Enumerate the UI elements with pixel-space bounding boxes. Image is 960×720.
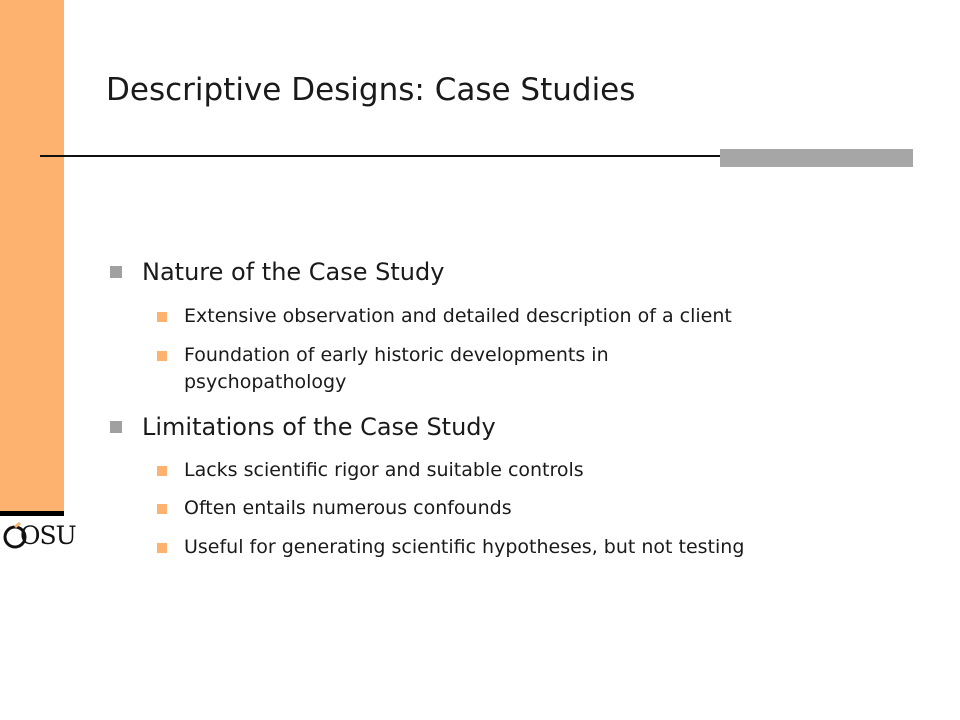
sub-bullet-text: Often entails numerous confounds xyxy=(184,497,512,519)
square-bullet-icon xyxy=(110,421,122,433)
sub-bullet-text: Useful for generating scientific hypothe… xyxy=(184,536,745,558)
sub-bullet-text: Lacks scientific rigor and suitable cont… xyxy=(184,459,584,481)
square-bullet-icon xyxy=(157,504,167,514)
osu-logo-text: OSU xyxy=(20,521,77,550)
slide: OSU Descriptive Designs: Case Studies Na… xyxy=(0,0,960,720)
square-bullet-icon xyxy=(157,543,167,553)
square-bullet-icon xyxy=(110,266,122,278)
sub-bullet-text: psychopathology xyxy=(184,371,347,393)
sub-bullet-text: Foundation of early historic development… xyxy=(184,344,609,366)
square-bullet-icon xyxy=(157,466,167,476)
square-bullet-icon xyxy=(157,312,167,322)
sub-bullet-text: Extensive observation and detailed descr… xyxy=(184,305,732,327)
slide-title: Descriptive Designs: Case Studies xyxy=(106,72,636,108)
orange-side-bar xyxy=(0,0,64,512)
bullet-text: Nature of the Case Study xyxy=(142,258,445,286)
square-bullet-icon xyxy=(157,351,167,361)
title-divider-accent-bar xyxy=(720,149,913,167)
bullet-text: Limitations of the Case Study xyxy=(142,413,496,441)
side-bar-base-line xyxy=(0,511,64,516)
osu-logo: OSU xyxy=(2,521,77,551)
